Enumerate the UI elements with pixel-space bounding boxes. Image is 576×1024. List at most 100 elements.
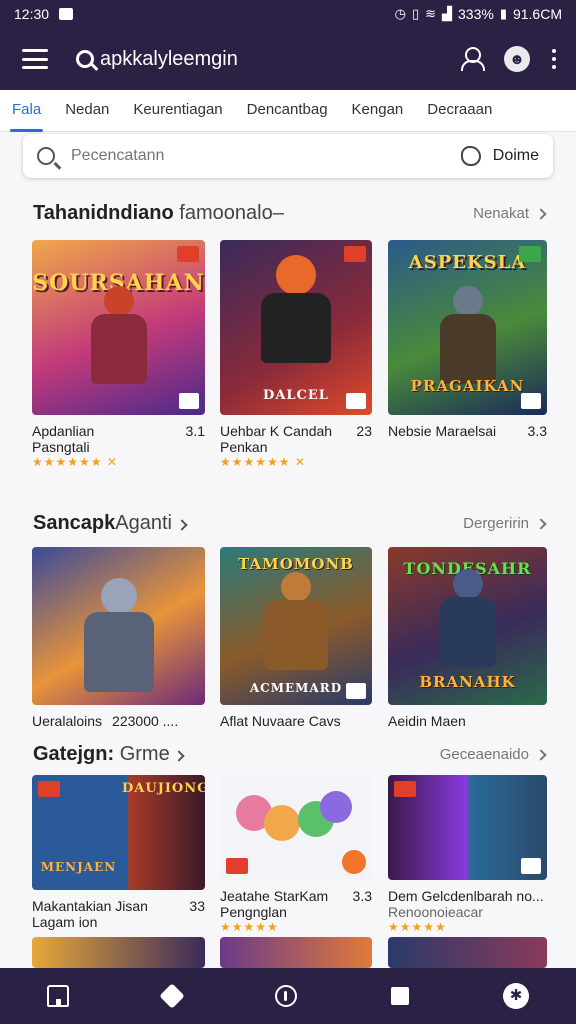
search-icon [76,50,94,68]
section-header: Tahanidndiano famoonalo– Nenakat [33,202,547,225]
game-name: Apdanlian [32,423,95,439]
game-card[interactable]: Jeatahe StarKam 3.3 Pengnglan ★★★★★ [220,775,372,934]
game-card[interactable]: SOURSAHAN Apdanlian 3.1 Pasngtali ★★★★★★ … [32,240,205,469]
section-title: Tahanidndiano famoonalo– [33,202,284,224]
game-thumbnail: TAMOMONB ACMEMARD [220,547,372,705]
status-bar: 12:30 ◷ ▯ ≋ ▟ 333% ▮ 91.6CM [0,0,576,28]
see-more-link[interactable]: Nenakat [473,205,547,222]
game-card[interactable]: Dem Gelcdenlbarah no... Renoonoieacar ★★… [388,775,547,934]
badge-icon [344,246,366,262]
game-thumbnail [388,775,547,880]
app-title[interactable]: apkkalyleemgin [76,48,238,71]
game-thumbnail: ASPEKSLA PRAGAIKAN [388,240,547,415]
game-rating: 23 [356,423,372,439]
game-card[interactable]: TONDESAHR BRANAHK Aeidin Maen [388,547,547,729]
game-card[interactable] [32,937,205,968]
bottom-navigation: ✱ [0,968,576,1024]
circle-icon[interactable] [275,985,297,1007]
home-icon[interactable] [47,985,69,1007]
rating-badge-icon [346,683,366,699]
badge-icon [519,246,541,262]
chevron-right-icon [535,748,547,761]
wifi-icon: ≋ [425,6,436,21]
square-icon[interactable] [391,987,409,1005]
game-name: Aflat Nuvaare Cavs [220,713,341,729]
game-thumbnail [220,937,372,968]
alarm-icon: ◷ [394,6,406,21]
game-card[interactable] [388,937,547,968]
game-thumbnail: SOURSAHAN [32,240,205,415]
game-thumbnail [388,937,547,968]
app-icon [342,850,366,874]
search-bar: Doime [23,134,553,178]
game-card[interactable]: Ueralaloins 223000 .... [32,547,205,729]
tab-6[interactable]: Decraaan [415,90,504,132]
game-name: Aeidin Maen [388,713,466,729]
rating-badge-icon [521,858,541,874]
game-rating: 3.3 [527,423,547,439]
more-options-icon[interactable] [552,49,556,69]
game-rating: 3.1 [185,423,205,439]
game-downloads: 223000 .... [112,713,179,729]
data-speed: 91.6CM [512,6,562,22]
tab-3[interactable]: Keurentiagan [121,90,234,132]
game-thumbnail: DAUJIONGD MENJAEN [32,775,205,890]
game-thumbnail [220,775,372,880]
user-icon[interactable] [460,47,485,71]
game-thumbnail: DALCEL [220,240,372,415]
game-developer: Renoonoieacar [388,904,483,920]
notification-icon [59,8,74,20]
badge-icon [177,246,199,262]
game-name: Jeatahe StarKam [220,888,329,904]
film-icon[interactable]: ✱ [503,983,529,1009]
game-card[interactable]: DAUJIONGD MENJAEN Makantakian Jisan 33 La… [32,775,205,930]
game-logo: DAUJIONGD [122,781,205,796]
clock: 12:30 [14,6,50,22]
badge-icon [38,781,60,797]
game-name: Makantakian Jisan [32,898,148,914]
game-card[interactable]: ASPEKSLA PRAGAIKAN Nebsie Maraelsai 3.3 [388,240,547,439]
tab-1[interactable]: Fala [0,90,53,132]
game-card[interactable]: DALCEL Uehbar K Candah 23 Penkan ★★★★★★ ✕ [220,240,372,469]
section-title: Gatejgn: Grme [33,743,185,766]
game-developer: Lagam ion [32,914,98,930]
game-controller-icon[interactable]: ☻ [504,46,530,72]
chevron-right-icon [535,517,547,530]
tab-4[interactable]: Dencantbag [235,90,340,132]
game-banner: MENJAEN [40,860,117,874]
section-title: SancapkAganti [33,512,188,535]
game-name: Ueralaloins [32,713,103,729]
star-rating: ★★★★★ [220,920,279,934]
star-rating: ★★★★★★ ✕ [220,455,306,469]
vibrate-icon: ▯ [411,6,420,21]
see-more-link[interactable]: Dergeririn [463,515,547,532]
category-tabs: Fala Nedan Keurentiagan Dencantbag Kenga… [0,90,576,132]
menu-icon[interactable] [22,49,48,69]
game-developer: Penkan [220,439,268,455]
game-rating: 33 [189,898,205,914]
star-rating: ★★★★★ [388,920,447,934]
game-developer: Pasngtali [32,439,90,455]
game-banner: BRANAHK [419,673,516,691]
search-icon [37,147,55,165]
section-header: SancapkAganti Dergeririn [33,512,547,535]
app-bar: apkkalyleemgin ☻ [0,28,576,90]
see-more-link[interactable]: Geceaenaido [440,746,547,763]
tab-2[interactable]: Nedan [53,90,121,132]
game-rating: 3.3 [352,888,372,904]
search-input[interactable] [71,147,371,165]
app-title-text: apkkalyleemgin [100,47,238,70]
tab-5[interactable]: Kengan [340,90,416,132]
battery-percent: 333% [458,6,494,22]
game-thumbnail: TONDESAHR BRANAHK [388,547,547,705]
diamond-icon[interactable] [159,983,185,1009]
rating-badge-icon [346,393,366,409]
game-card[interactable] [220,937,372,968]
star-rating: ★★★★★★ ✕ [32,455,118,469]
battery-icon: ▮ [499,6,507,21]
game-logo: TAMOMONB [238,555,354,573]
game-card[interactable]: TAMOMONB ACMEMARD Aflat Nuvaare Cavs [220,547,372,729]
voice-search[interactable]: Doime [460,146,539,166]
section-header: Gatejgn: Grme Geceaenaido [33,743,547,766]
badge-icon [226,858,248,874]
